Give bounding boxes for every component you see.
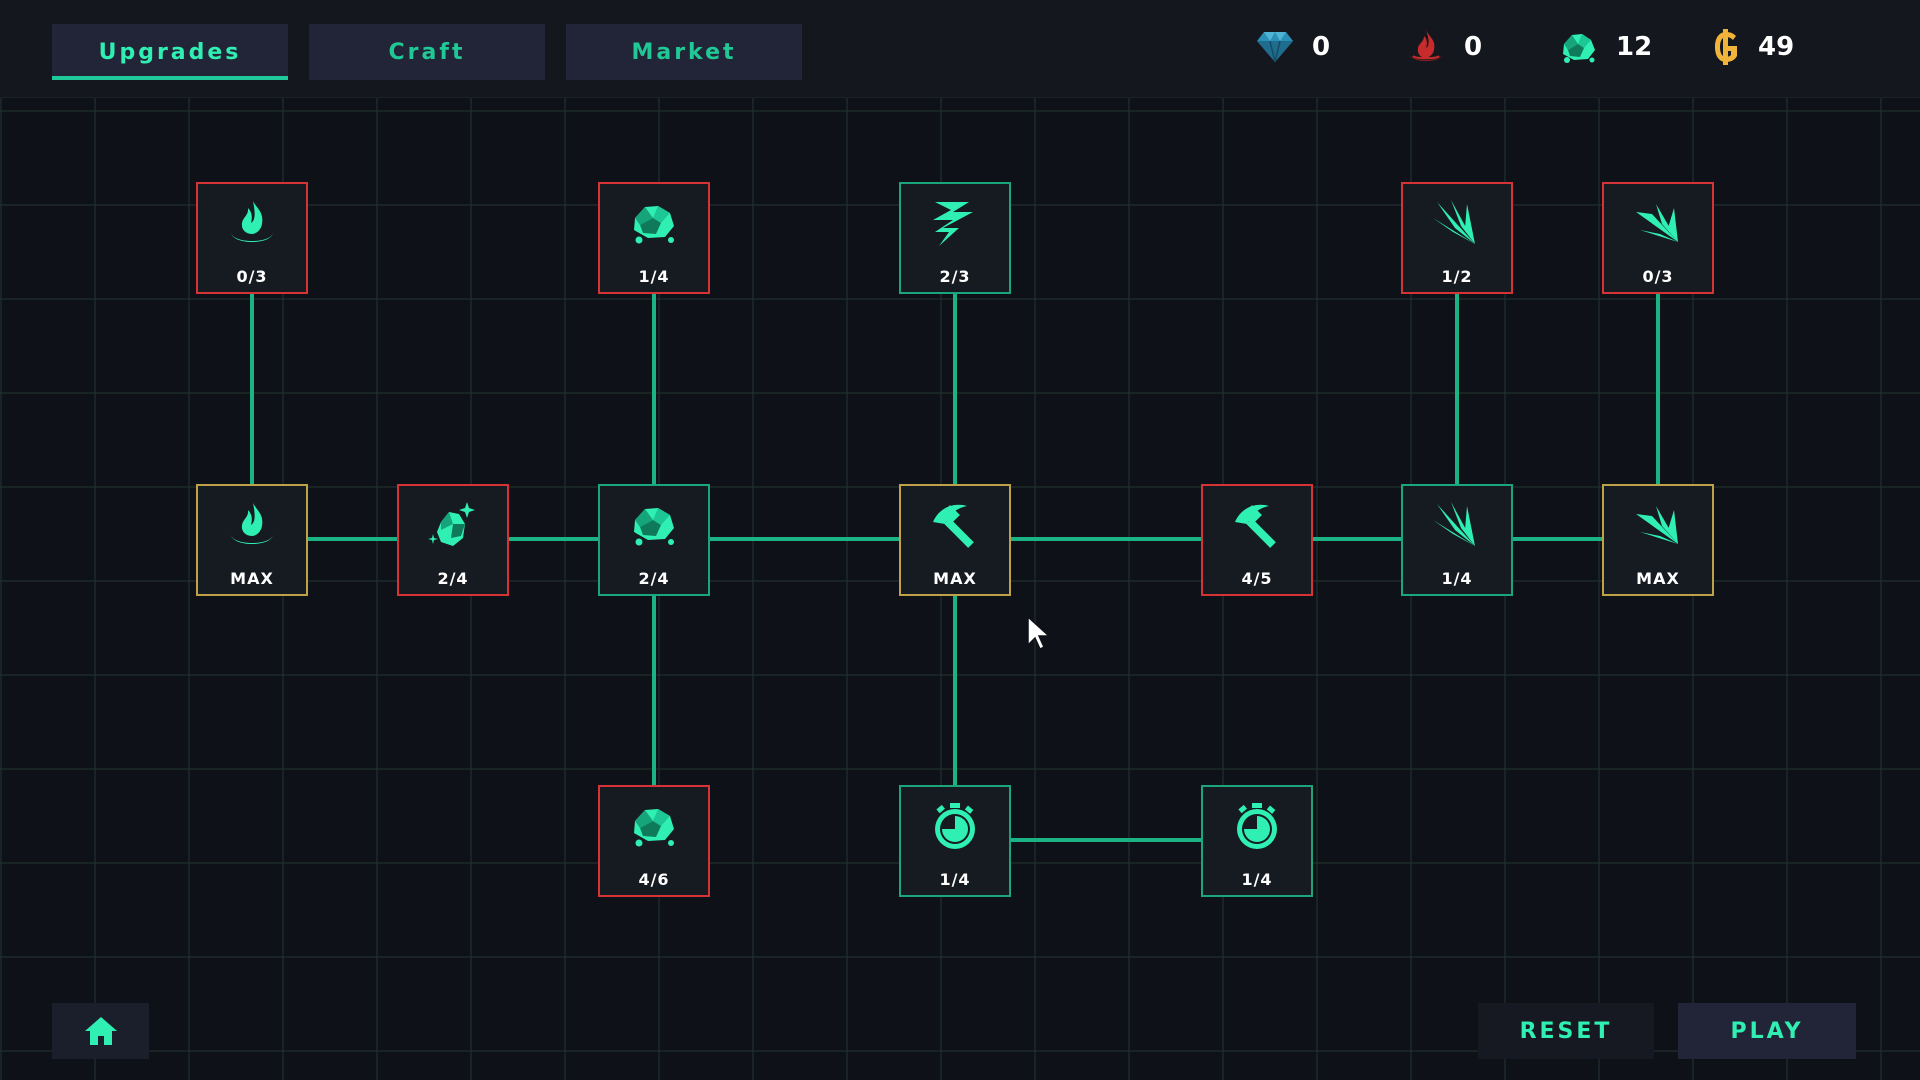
upgrade-node-arrow-top[interactable]: 0/3 (1602, 182, 1714, 294)
upgrade-node-pickaxe-center[interactable]: MAX (899, 484, 1011, 596)
upgrade-level: 1/4 (1441, 569, 1473, 588)
upgrade-level: 2/4 (638, 569, 670, 588)
upgrade-level: 0/3 (1642, 267, 1674, 286)
reset-button[interactable]: RESET (1478, 1003, 1654, 1059)
mouse-cursor-icon (1027, 615, 1051, 651)
upgrade-node-claw-mid[interactable]: 1/4 (1401, 484, 1513, 596)
upgrade-level: 4/5 (1241, 569, 1273, 588)
upgrade-level: 1/4 (638, 267, 670, 286)
fire-icon (231, 201, 273, 242)
upgrade-level: 0/3 (236, 267, 268, 286)
upgrade-node-timer-left[interactable]: 1/4 (899, 785, 1011, 897)
upgrade-node-fire-base[interactable]: MAX (196, 484, 308, 596)
upgrade-node-ore-top[interactable]: 1/4 (598, 182, 710, 294)
upgrade-node-claw-top[interactable]: 1/2 (1401, 182, 1513, 294)
upgrade-node-pickaxe-right[interactable]: 4/5 (1201, 484, 1313, 596)
ore-icon (634, 809, 674, 847)
claw-icon (1433, 200, 1475, 244)
home-icon (84, 1017, 117, 1045)
claw-icon (1433, 502, 1475, 546)
upgrade-node-ore-mid[interactable]: 2/4 (598, 484, 710, 596)
upgrade-node-arrow-mid[interactable]: MAX (1602, 484, 1714, 596)
upgrade-level: MAX (1636, 569, 1680, 588)
upgrade-node-lightning-top[interactable]: 2/3 (899, 182, 1011, 294)
arrow-burst-icon (1636, 204, 1678, 242)
upgrade-level: 4/6 (638, 870, 670, 889)
upgrade-level: 1/2 (1441, 267, 1473, 286)
ore-sparkle-icon (428, 502, 475, 546)
upgrades-screen: Upgrades Craft Market 0 0 12 49 0/3 1/4 … (0, 0, 1920, 1080)
upgrade-level: 2/3 (939, 267, 971, 286)
reset-label: RESET (1519, 1018, 1613, 1044)
upgrade-node-timer-right[interactable]: 1/4 (1201, 785, 1313, 897)
lightning-icon (933, 202, 973, 246)
home-button[interactable] (52, 1003, 149, 1059)
arrow-burst-icon (1636, 506, 1678, 544)
ore-icon (634, 508, 674, 546)
upgrade-node-ore-bottom[interactable]: 4/6 (598, 785, 710, 897)
play-button[interactable]: PLAY (1678, 1003, 1856, 1059)
upgrade-level: 2/4 (437, 569, 469, 588)
upgrade-level: 1/4 (939, 870, 971, 889)
upgrade-level: 1/4 (1241, 870, 1273, 889)
upgrade-level: MAX (933, 569, 977, 588)
play-label: PLAY (1730, 1018, 1804, 1044)
upgrade-node-ore-sparkle[interactable]: 2/4 (397, 484, 509, 596)
timer-icon (935, 803, 975, 849)
pickaxe-icon (933, 504, 974, 548)
pickaxe-icon (1235, 504, 1276, 548)
upgrade-node-fire-top[interactable]: 0/3 (196, 182, 308, 294)
ore-icon (634, 206, 674, 244)
fire-icon (231, 503, 273, 544)
timer-icon (1237, 803, 1277, 849)
upgrade-level: MAX (230, 569, 274, 588)
